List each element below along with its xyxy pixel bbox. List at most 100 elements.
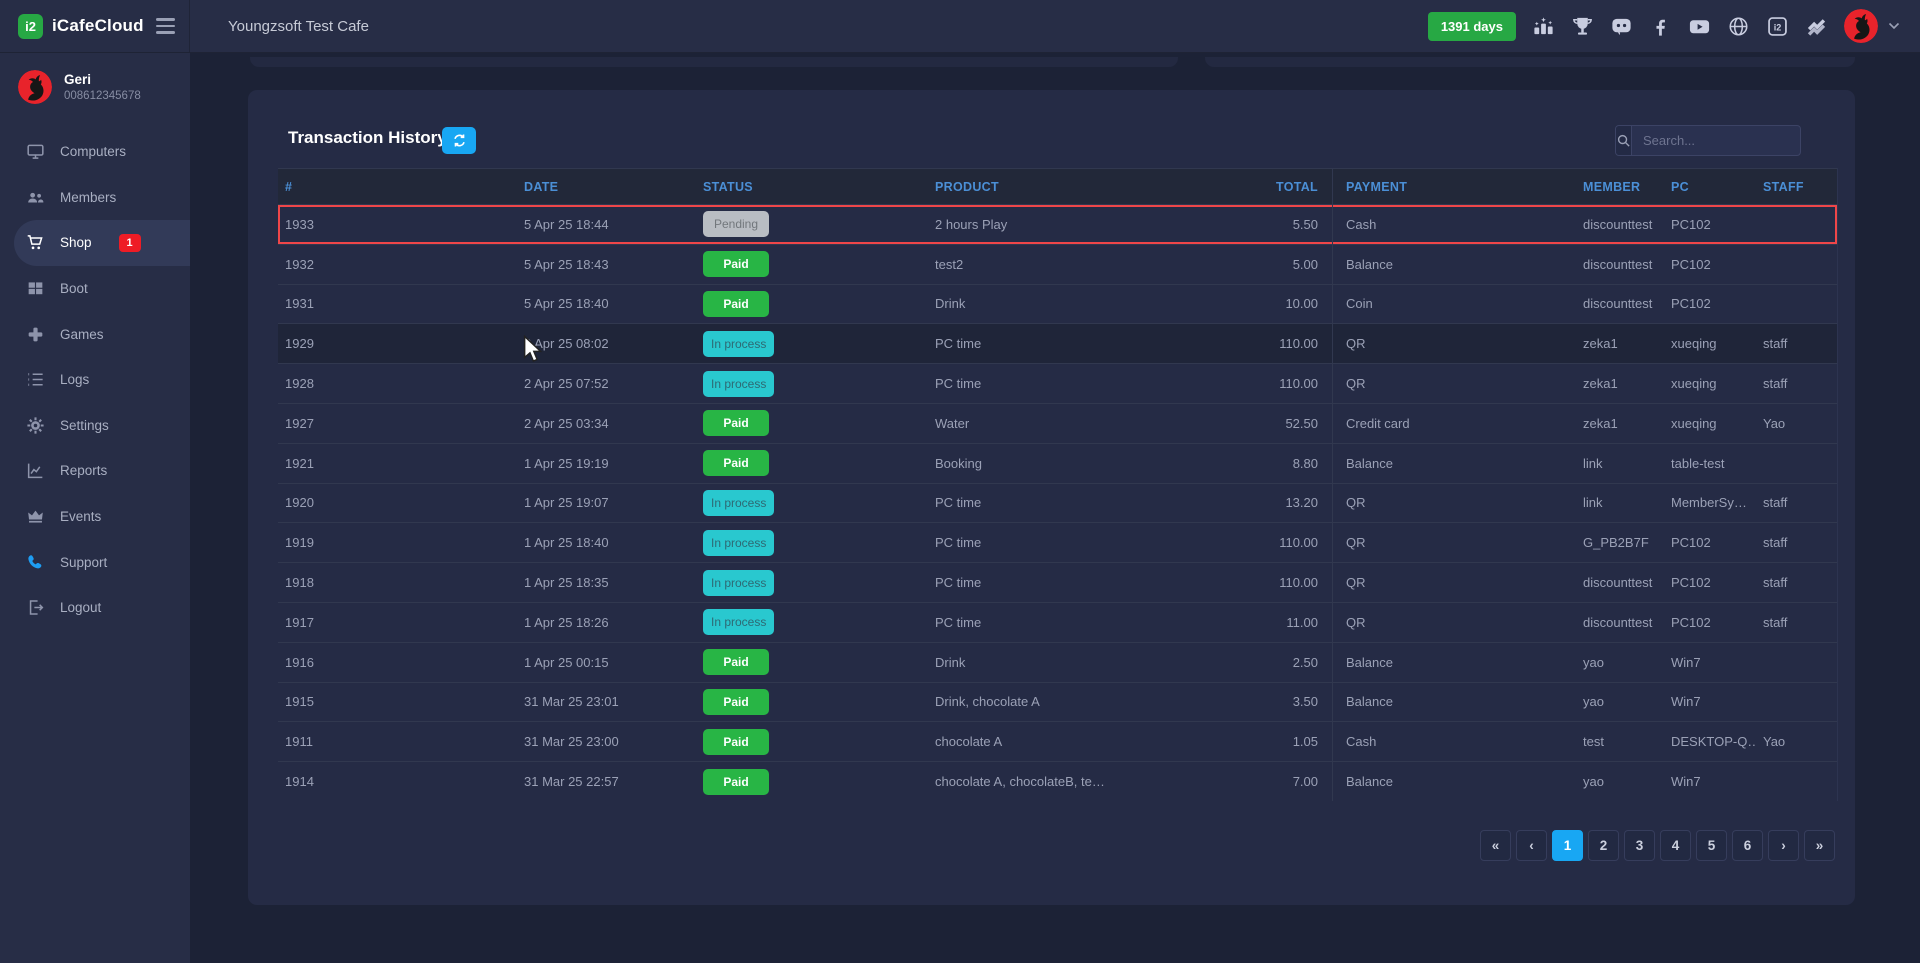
cell-date: 1 Apr 25 18:35 [517, 575, 696, 590]
cell-id: 1917 [278, 615, 517, 630]
cell-product: chocolate A [928, 734, 1180, 749]
cell-pc: table-test [1664, 456, 1756, 471]
cell-member: yao [1576, 655, 1664, 670]
pagination-page-3[interactable]: 3 [1624, 830, 1655, 861]
facebook-icon[interactable] [1649, 15, 1672, 38]
search-input[interactable] [1632, 126, 1801, 155]
column-header-status[interactable]: STATUS [696, 180, 928, 194]
logout-icon [26, 598, 45, 617]
cell-pc: xueqing [1664, 416, 1756, 431]
sidebar-item-boot[interactable]: Boot [0, 266, 190, 312]
sidebar-item-shop[interactable]: Shop1 [14, 220, 190, 266]
sidebar-item-logout[interactable]: Logout [0, 585, 190, 631]
cell-total: 2.50 [1180, 655, 1332, 670]
sidebar-user-block[interactable]: Geri 008612345678 [0, 53, 190, 104]
column-header-member[interactable]: MEMBER [1576, 180, 1664, 194]
table-row-1928[interactable]: 19282 Apr 25 07:52In processPC time110.0… [278, 363, 1837, 403]
transaction-history-card: Transaction History #DATESTATUSPRODUCTTO… [248, 90, 1855, 905]
cell-total: 5.00 [1180, 257, 1332, 272]
cell-payment: Coin [1332, 285, 1576, 324]
pagination-page-1[interactable]: 1 [1552, 830, 1583, 861]
user-avatar[interactable] [1844, 9, 1878, 43]
cell-date: 5 Apr 25 18:40 [517, 296, 696, 311]
cell-payment: Balance [1332, 762, 1576, 801]
cell-status: In process [696, 530, 928, 556]
cell-status: In process [696, 331, 928, 357]
offers-icon[interactable] [1805, 15, 1828, 38]
pagination-first[interactable]: « [1480, 830, 1511, 861]
globe-icon[interactable] [1727, 15, 1750, 38]
computers-icon [26, 142, 45, 161]
cell-date: 5 Apr 25 18:43 [517, 257, 696, 272]
cell-payment: Balance [1332, 444, 1576, 483]
table-row-1927[interactable]: 19272 Apr 25 03:34PaidWater52.50Credit c… [278, 403, 1837, 443]
cell-product: test2 [928, 257, 1180, 272]
status-badge: In process [703, 371, 774, 397]
column-header-pc[interactable]: PC [1664, 180, 1756, 194]
cell-id: 1911 [278, 734, 517, 749]
cell-payment: Balance [1332, 245, 1576, 284]
cell-payment: Balance [1332, 643, 1576, 682]
table-row-1916[interactable]: 19161 Apr 25 00:15PaidDrink2.50Balanceya… [278, 642, 1837, 682]
trophy-icon[interactable] [1571, 15, 1594, 38]
sidebar-item-games[interactable]: Games [0, 311, 190, 357]
games-icon [26, 325, 45, 344]
pagination-page-2[interactable]: 2 [1588, 830, 1619, 861]
column-header-id[interactable]: # [278, 180, 517, 194]
pagination-page-6[interactable]: 6 [1732, 830, 1763, 861]
sidebar-item-computers[interactable]: Computers [0, 129, 190, 175]
pagination-last[interactable]: » [1804, 830, 1835, 861]
search-icon [1616, 126, 1632, 155]
discord-icon[interactable] [1610, 15, 1633, 38]
scrolled-card-edge-right [1205, 57, 1855, 67]
sidebar-item-members[interactable]: Members [0, 175, 190, 221]
sidebar-item-settings[interactable]: Settings [0, 403, 190, 449]
status-badge: Paid [703, 729, 769, 755]
table-row-1914[interactable]: 191431 Mar 25 22:57Paidchocolate A, choc… [278, 761, 1837, 801]
cell-date: 1 Apr 25 00:15 [517, 655, 696, 670]
table-row-1911[interactable]: 191131 Mar 25 23:00Paidchocolate A1.05Ca… [278, 721, 1837, 761]
status-badge: In process [703, 530, 774, 556]
cell-product: chocolate A, chocolateB, te… [928, 774, 1180, 789]
table-row-1933[interactable]: 19335 Apr 25 18:44Pending2 hours Play5.5… [278, 204, 1837, 244]
table-row-1931[interactable]: 19315 Apr 25 18:40PaidDrink10.00Coindisc… [278, 284, 1837, 324]
table-row-1932[interactable]: 19325 Apr 25 18:43Paidtest25.00Balancedi… [278, 244, 1837, 284]
column-header-date[interactable]: DATE [517, 180, 696, 194]
sidebar-toggle-icon[interactable] [156, 18, 175, 34]
cell-status: Paid [696, 291, 928, 317]
table-row-1919[interactable]: 19191 Apr 25 18:40In processPC time110.0… [278, 522, 1837, 562]
refresh-icon [452, 133, 467, 148]
youtube-icon[interactable] [1688, 15, 1711, 38]
column-header-product[interactable]: PRODUCT [928, 180, 1180, 194]
column-header-total[interactable]: TOTAL [1180, 180, 1332, 194]
cell-member: yao [1576, 774, 1664, 789]
chevron-down-icon[interactable] [1888, 22, 1900, 30]
cell-member: yao [1576, 694, 1664, 709]
cell-date: 1 Apr 25 18:26 [517, 615, 696, 630]
table-row-1929[interactable]: 19292 Apr 25 08:02In processPC time110.0… [278, 323, 1837, 363]
table-row-1918[interactable]: 19181 Apr 25 18:35In processPC time110.0… [278, 562, 1837, 602]
table-row-1917[interactable]: 19171 Apr 25 18:26In processPC time11.00… [278, 602, 1837, 642]
cell-pc: PC102 [1664, 217, 1756, 232]
table-row-1920[interactable]: 19201 Apr 25 19:07In processPC time13.20… [278, 483, 1837, 523]
pagination-next[interactable]: › [1768, 830, 1799, 861]
table-row-1921[interactable]: 19211 Apr 25 19:19PaidBooking8.80Balance… [278, 443, 1837, 483]
table-row-1915[interactable]: 191531 Mar 25 23:01PaidDrink, chocolate … [278, 682, 1837, 722]
sidebar-item-logs[interactable]: Logs [0, 357, 190, 403]
pagination-prev[interactable]: ‹ [1516, 830, 1547, 861]
cell-total: 5.50 [1180, 217, 1332, 232]
cell-staff: staff [1756, 615, 1837, 630]
icafecloud-icon[interactable]: i2 [1766, 15, 1789, 38]
pagination-page-4[interactable]: 4 [1660, 830, 1691, 861]
subscription-days-badge[interactable]: 1391 days [1428, 12, 1516, 41]
ranking-icon[interactable] [1532, 15, 1555, 38]
sidebar-item-reports[interactable]: Reports [0, 448, 190, 494]
refresh-button[interactable] [442, 127, 476, 154]
pagination-page-5[interactable]: 5 [1696, 830, 1727, 861]
column-header-payment[interactable]: PAYMENT [1332, 169, 1576, 204]
table-header-row: #DATESTATUSPRODUCTTOTALPAYMENTMEMBERPCST… [278, 168, 1837, 204]
cell-status: In process [696, 490, 928, 516]
column-header-staff[interactable]: STAFF [1756, 180, 1837, 194]
sidebar-item-support[interactable]: Support [0, 539, 190, 585]
sidebar-item-events[interactable]: Events [0, 494, 190, 540]
